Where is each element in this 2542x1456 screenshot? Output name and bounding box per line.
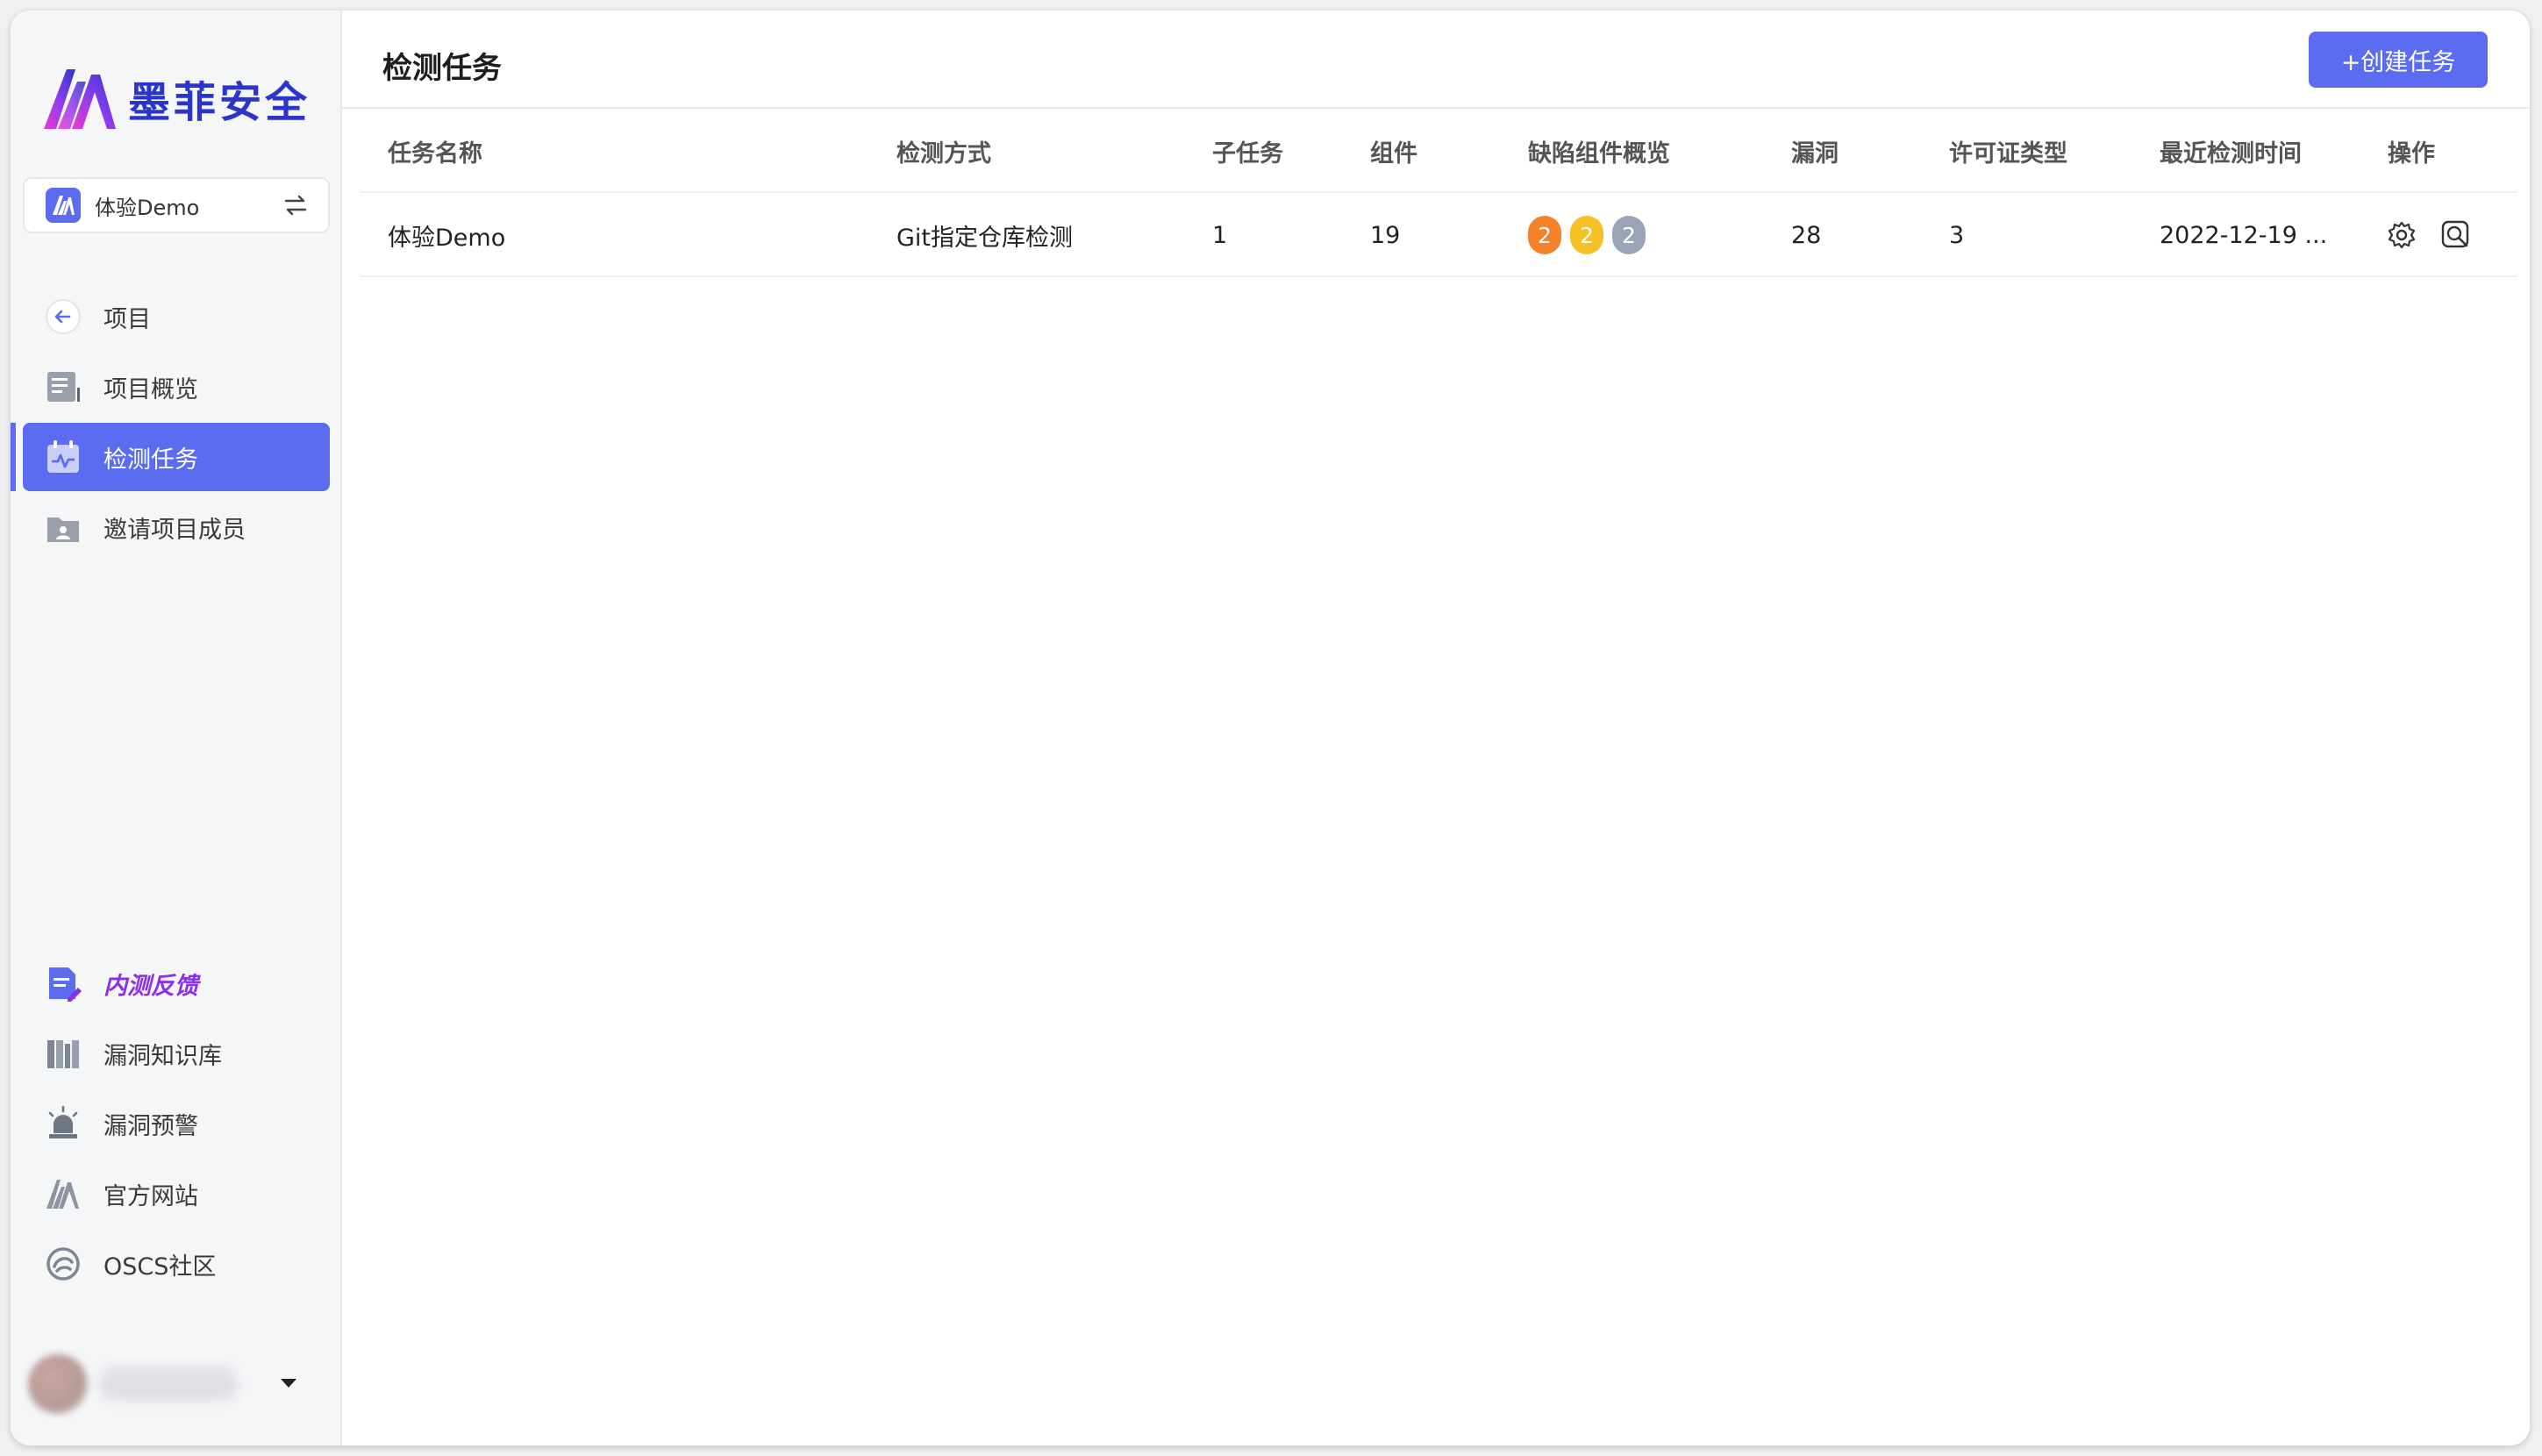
defect-badge-high: 2 — [1528, 216, 1561, 254]
sidebar-item-project[interactable]: 项目 — [23, 282, 330, 351]
task-last-scan: 2022-12-19 ... — [2160, 221, 2328, 249]
knowledge-base-icon — [44, 1034, 82, 1073]
column-header: 子任务 — [1212, 139, 1283, 168]
task-calendar-icon — [44, 438, 82, 476]
sidebar-item-community[interactable]: OSCS社区 — [23, 1230, 330, 1298]
page-header: 检测任务 +创建任务 — [342, 11, 2530, 109]
column-header: 检测方式 — [896, 139, 991, 168]
sidebar-item-label: 漏洞知识库 — [104, 1042, 222, 1070]
sidebar-nav: 项目 项目概览 检测任务 邀请项目成员 — [11, 282, 330, 563]
sidebar-item-knowledge-base[interactable]: 漏洞知识库 — [23, 1019, 330, 1088]
task-method: Git指定仓库检测 — [896, 224, 1074, 252]
table-row[interactable]: 体验Demo Git指定仓库检测 1 19 2 2 2 28 3 2022-12… — [360, 193, 2517, 277]
defect-overview: 2 2 2 — [1528, 193, 1654, 277]
sidebar-item-website[interactable]: 官方网站 — [23, 1160, 330, 1228]
settings-icon[interactable] — [2386, 219, 2417, 251]
back-arrow-icon — [44, 297, 82, 336]
sidebar-item-alert[interactable]: 漏洞预警 — [23, 1089, 330, 1158]
overview-icon — [44, 368, 82, 406]
project-switcher[interactable]: 体验Demo — [23, 177, 330, 233]
sidebar-item-label: 项目概览 — [104, 375, 198, 403]
column-header: 最近检测时间 — [2160, 139, 2302, 168]
invite-member-icon — [44, 508, 82, 546]
sidebar-item-label: OSCS社区 — [104, 1253, 217, 1281]
swap-icon[interactable] — [282, 192, 309, 218]
column-header: 许可证类型 — [1949, 139, 2067, 168]
user-name-redacted — [98, 1367, 239, 1402]
feedback-icon — [44, 964, 82, 1003]
project-name: 体验Demo — [95, 195, 200, 220]
sidebar-item-label: 邀请项目成员 — [104, 516, 246, 544]
sidebar-item-feedback[interactable]: 内测反馈 — [23, 949, 330, 1017]
app-window: 墨菲安全 体验Demo 项目 项目概览 检测任务 邀请项目成员 内测反馈 漏洞知… — [11, 11, 2530, 1445]
column-header: 缺陷组件概览 — [1528, 139, 1670, 168]
sidebar-item-tasks[interactable]: 检测任务 — [11, 423, 330, 491]
task-table: 任务名称 检测方式 子任务 组件 缺陷组件概览 漏洞 许可证类型 最近检测时间 … — [360, 109, 2517, 277]
task-subtasks: 1 — [1212, 221, 1228, 249]
avatar — [28, 1354, 88, 1414]
brand-logo-icon — [44, 69, 116, 129]
brand-logo[interactable]: 墨菲安全 — [40, 56, 311, 140]
sidebar-item-invite[interactable]: 邀请项目成员 — [23, 493, 330, 561]
row-actions — [2386, 193, 2495, 277]
sidebar-item-label: 内测反馈 — [104, 972, 198, 1000]
sidebar-item-label: 漏洞预警 — [104, 1112, 198, 1140]
sidebar-item-label: 检测任务 — [104, 446, 198, 474]
table-header: 任务名称 检测方式 子任务 组件 缺陷组件概览 漏洞 许可证类型 最近检测时间 … — [360, 109, 2517, 193]
brand-name: 墨菲安全 — [128, 78, 311, 127]
sidebar: 墨菲安全 体验Demo 项目 项目概览 检测任务 邀请项目成员 内测反馈 漏洞知… — [11, 11, 342, 1445]
create-task-button[interactable]: +创建任务 — [2309, 32, 2488, 88]
column-header: 操作 — [2388, 139, 2435, 168]
sidebar-item-label: 项目 — [104, 305, 151, 333]
defect-badge-medium: 2 — [1570, 216, 1603, 254]
sidebar-item-overview[interactable]: 项目概览 — [23, 353, 330, 421]
column-header: 任务名称 — [388, 139, 482, 168]
page-title: 检测任务 — [382, 51, 502, 86]
task-components: 19 — [1370, 221, 1401, 249]
community-icon — [44, 1245, 82, 1283]
active-indicator — [11, 423, 16, 491]
project-logo-icon — [46, 188, 81, 223]
task-vulnerabilities: 28 — [1791, 221, 1822, 249]
scan-detail-icon[interactable] — [2440, 219, 2472, 251]
user-menu[interactable] — [28, 1353, 309, 1416]
chevron-down-icon[interactable] — [281, 1379, 296, 1388]
sidebar-item-label: 官方网站 — [104, 1182, 198, 1210]
defect-badge-low: 2 — [1612, 216, 1646, 254]
sidebar-bottom-nav: 内测反馈 漏洞知识库 漏洞预警 官方网站 OSCS社区 — [23, 949, 330, 1300]
alarm-icon — [44, 1104, 82, 1143]
column-header: 组件 — [1370, 139, 1417, 168]
column-header: 漏洞 — [1791, 139, 1839, 168]
task-name[interactable]: 体验Demo — [388, 193, 505, 277]
main-content: 检测任务 +创建任务 任务名称 检测方式 子任务 组件 缺陷组件概览 漏洞 许可… — [342, 11, 2530, 1445]
task-license-types: 3 — [1949, 221, 1965, 249]
brand-logo-icon — [44, 1174, 82, 1213]
